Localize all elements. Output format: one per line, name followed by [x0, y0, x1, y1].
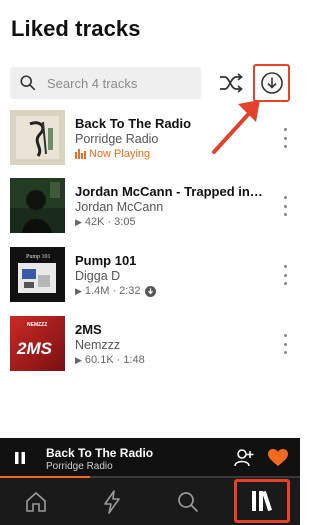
play-count-icon: ▶: [75, 285, 82, 296]
search-icon: [178, 491, 198, 512]
library-icon: [252, 490, 272, 512]
shuffle-icon[interactable]: [218, 71, 244, 95]
art-caption: NEMZZZ: [27, 322, 47, 328]
now-playing-status: Now Playing: [75, 148, 150, 160]
mini-player-title: Back To The Radio: [46, 446, 154, 460]
more-options-icon[interactable]: [281, 334, 289, 354]
nav-feed[interactable]: [82, 478, 142, 525]
nav-search[interactable]: [158, 478, 218, 525]
nav-home[interactable]: [6, 478, 66, 525]
search-icon: [20, 75, 36, 91]
heart-icon[interactable]: [268, 449, 288, 467]
track-stats: ▶ 1.4M · 2:32: [75, 285, 157, 297]
track-artist: Porridge Radio: [75, 132, 159, 146]
duration: 2:32: [119, 285, 141, 297]
more-options-icon[interactable]: [281, 265, 289, 285]
album-art: NEMZZZ 2MS: [10, 316, 65, 371]
album-art: [10, 178, 65, 233]
track-title: Jordan McCann - Trapped in the...: [75, 184, 265, 199]
track-title: 2MS: [75, 322, 102, 337]
track-artist: Nemzzz: [75, 338, 121, 352]
add-to-playlist-icon[interactable]: [234, 448, 254, 468]
more-options-icon[interactable]: [281, 128, 289, 148]
more-options-icon[interactable]: [281, 196, 289, 216]
album-art: [10, 110, 65, 165]
duration: 3:05: [114, 216, 136, 228]
track-stats: ▶ 42K · 3:05: [75, 216, 136, 228]
play-count: 60.1K: [84, 354, 114, 366]
downloaded-icon: [145, 285, 157, 297]
mini-player[interactable]: Back To The Radio Porridge Radio: [0, 438, 300, 478]
track-row[interactable]: NEMZZZ 2MS 2MS Nemzzz ▶ 60.1K · 1:48: [0, 316, 300, 374]
track-stats: ▶ 60.1K · 1:48: [75, 354, 145, 366]
download-icon: [260, 72, 283, 94]
nav-library[interactable]: [234, 479, 290, 523]
track-artist: Digga D: [75, 269, 121, 283]
track-row[interactable]: Pump 101 Pump 101 Digga D ▶ 1.4M · 2:32: [0, 247, 300, 305]
album-art: Pump 101: [10, 247, 65, 302]
track-title: Pump 101: [75, 253, 137, 268]
play-count: 1.4M: [84, 285, 110, 297]
bottom-nav: [0, 478, 300, 525]
lightning-icon: [104, 489, 120, 514]
search-input[interactable]: [47, 75, 197, 91]
equalizer-icon: [75, 149, 86, 159]
track-row[interactable]: Jordan McCann - Trapped in the... Jordan…: [0, 178, 300, 236]
play-count-icon: ▶: [75, 216, 82, 227]
pause-icon[interactable]: [13, 451, 27, 465]
track-row[interactable]: Back To The Radio Porridge Radio Now Pla…: [0, 110, 300, 168]
status-text: Now Playing: [89, 148, 151, 160]
page-title: Liked tracks: [11, 16, 141, 41]
play-count: 42K: [84, 216, 105, 228]
art-caption: 2MS: [16, 339, 53, 358]
art-caption: Pump 101: [26, 254, 51, 260]
duration: 1:48: [123, 354, 145, 366]
mini-player-artist: Porridge Radio: [46, 461, 113, 472]
home-icon: [26, 491, 46, 512]
search-box[interactable]: [10, 67, 201, 99]
track-artist: Jordan McCann: [75, 200, 164, 214]
track-title: Back To The Radio: [75, 116, 192, 131]
play-count-icon: ▶: [75, 354, 82, 365]
